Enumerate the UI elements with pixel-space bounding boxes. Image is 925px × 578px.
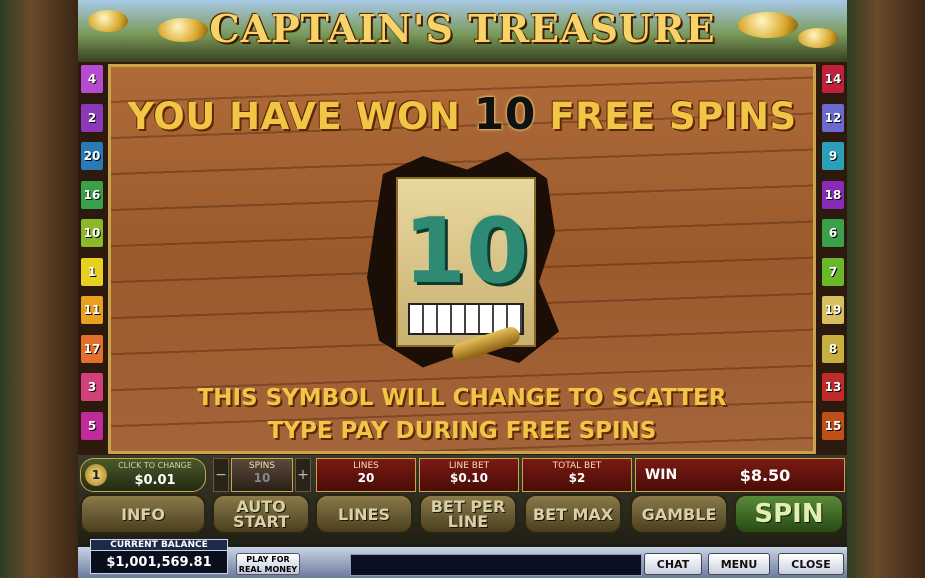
- right-payline-marker[interactable]: 9: [821, 141, 845, 171]
- right-payline-marker[interactable]: 7: [821, 256, 845, 287]
- win-box: WIN $8.50: [635, 458, 845, 492]
- left-payline-marker[interactable]: 17: [80, 333, 104, 364]
- lines-button[interactable]: LINES: [315, 494, 413, 534]
- left-payline-markers: 4 2 20 16 10 1 11 17 3 5: [78, 64, 106, 449]
- spins-box: SPINS 10: [231, 458, 293, 492]
- right-payline-marker[interactable]: 14: [821, 64, 845, 94]
- chat-button[interactable]: CHAT: [644, 553, 702, 575]
- right-payline-marker[interactable]: 18: [821, 179, 845, 210]
- message-ticker: [350, 554, 642, 576]
- left-payline-marker[interactable]: 10: [80, 218, 104, 248]
- line-bet-label: LINE BET: [448, 461, 490, 471]
- left-payline-marker[interactable]: 11: [80, 295, 104, 325]
- top-banner: CAPTAIN'S TREASURE: [78, 0, 847, 62]
- lines-label: LINES: [353, 461, 379, 471]
- total-bet-label: TOTAL BET: [552, 461, 602, 471]
- coin-label: CLICK TO CHANGE: [118, 461, 192, 470]
- play-real-money-button[interactable]: PLAY FOR REAL MONEY: [236, 553, 300, 575]
- scatter-message: THIS SYMBOL WILL CHANGE TO SCATTER TYPE …: [111, 382, 813, 448]
- total-bet-value: $2: [568, 471, 586, 485]
- lines-value: 20: [357, 471, 375, 485]
- right-payline-markers: 14 12 9 18 6 7 19 8 13 15: [819, 64, 847, 449]
- bet-max-button[interactable]: BET MAX: [524, 494, 622, 534]
- right-payline-marker[interactable]: 6: [821, 218, 845, 248]
- bottom-bar: CURRENT BALANCE $1,001,569.81 PLAY FOR R…: [78, 539, 847, 578]
- auto-start-button[interactable]: AUTO START: [212, 494, 310, 534]
- right-payline-marker[interactable]: 13: [821, 372, 845, 402]
- won-count: 10: [473, 89, 536, 140]
- right-payline-marker[interactable]: 12: [821, 102, 845, 133]
- info-button[interactable]: INFO: [80, 494, 206, 534]
- close-button[interactable]: CLOSE: [778, 553, 844, 575]
- won-suffix: FREE SPINS: [549, 95, 797, 138]
- coin-badge: 1: [85, 464, 107, 486]
- win-label: WIN: [644, 467, 678, 483]
- left-payline-marker[interactable]: 20: [80, 141, 104, 171]
- left-payline-marker[interactable]: 16: [80, 179, 104, 210]
- lines-box: LINES 20: [316, 458, 416, 492]
- ten-symbol-icon: 10: [396, 177, 536, 347]
- spins-plus-button[interactable]: +: [295, 458, 311, 492]
- left-payline-marker[interactable]: 5: [80, 410, 104, 441]
- right-payline-marker[interactable]: 15: [821, 410, 845, 441]
- menu-button[interactable]: MENU: [708, 553, 770, 575]
- line-bet-box: LINE BET $0.10: [419, 458, 519, 492]
- line-bet-value: $0.10: [450, 471, 488, 485]
- game-logo: CAPTAIN'S TREASURE: [209, 6, 716, 51]
- left-payline-marker[interactable]: 4: [80, 64, 104, 94]
- bet-per-line-button[interactable]: BET PER LINE: [419, 494, 517, 534]
- left-backdrop: [0, 0, 78, 578]
- won-prefix: YOU HAVE WON: [127, 95, 461, 138]
- balance-value: $1,001,569.81: [90, 550, 228, 574]
- won-headline: YOU HAVE WON 10 FREE SPINS: [111, 89, 813, 140]
- spin-button[interactable]: SPIN: [734, 494, 844, 534]
- win-value: $8.50: [739, 465, 791, 485]
- right-payline-marker[interactable]: 19: [821, 295, 845, 325]
- symbol-value: 10: [403, 199, 529, 304]
- left-payline-marker[interactable]: 3: [80, 372, 104, 402]
- coin-selector[interactable]: 1 CLICK TO CHANGE $0.01: [80, 458, 206, 492]
- coin-value: $0.01: [134, 473, 176, 488]
- spins-label: SPINS: [248, 461, 276, 471]
- gamble-button[interactable]: GAMBLE: [630, 494, 728, 534]
- message-line-1: THIS SYMBOL WILL CHANGE TO SCATTER: [197, 385, 727, 411]
- message-line-2: TYPE PAY DURING FREE SPINS: [267, 418, 657, 444]
- spins-minus-button[interactable]: −: [213, 458, 229, 492]
- left-payline-marker[interactable]: 1: [80, 256, 104, 287]
- right-backdrop: [845, 0, 925, 578]
- right-payline-marker[interactable]: 8: [821, 333, 845, 364]
- spins-value: 10: [253, 471, 271, 485]
- total-bet-box: TOTAL BET $2: [522, 458, 632, 492]
- free-spins-board: YOU HAVE WON 10 FREE SPINS 10 THIS SYMBO…: [108, 64, 816, 454]
- left-payline-marker[interactable]: 2: [80, 102, 104, 133]
